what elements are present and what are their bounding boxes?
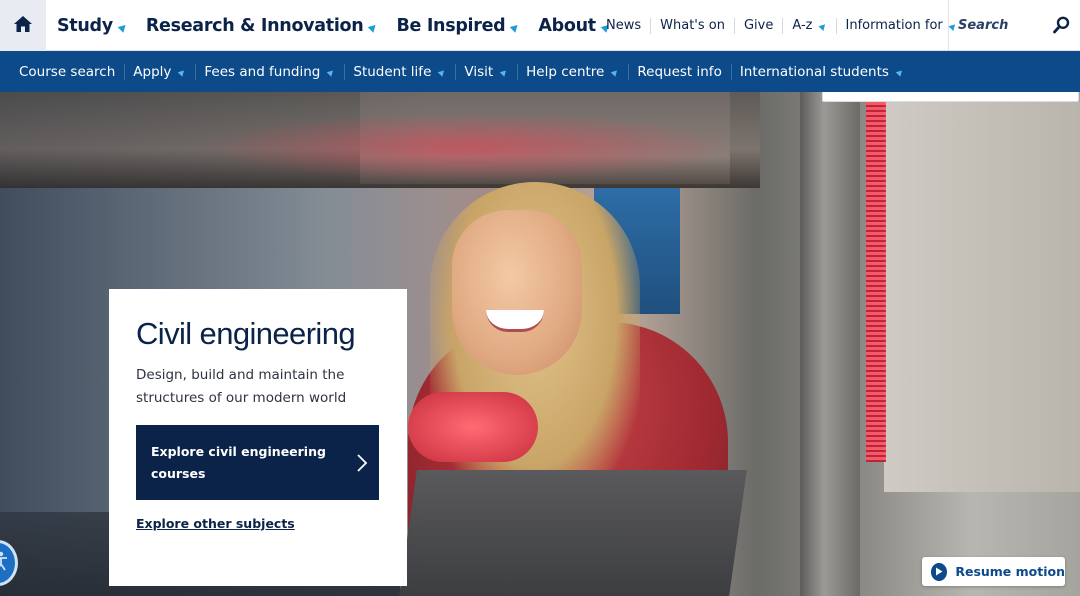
utility-nav-label: A-z <box>792 17 813 33</box>
dropdown-edge <box>822 92 1079 102</box>
card-description: Design, build and maintain the structure… <box>136 367 347 406</box>
utility-nav-item-information-for[interactable]: Information for <box>835 17 966 34</box>
utility-nav: News What's on Give A-z Information for <box>606 0 966 51</box>
utility-nav-label: Information for <box>845 17 943 33</box>
utility-nav-label: Give <box>743 17 774 33</box>
feature-card: Civil engineering Design, build and main… <box>109 289 407 586</box>
subnav-label: Student life <box>353 63 432 80</box>
subnav-label: Request info <box>637 63 722 80</box>
primary-nav-item-study[interactable]: Study <box>57 15 129 36</box>
subnav-label: Course search <box>19 63 116 80</box>
search-icon[interactable] <box>1053 16 1070 38</box>
primary-nav-label: Study <box>57 15 113 36</box>
subnav-label: Help centre <box>526 63 605 80</box>
subnav-item-international-students[interactable]: International students <box>740 64 913 80</box>
triangle-icon <box>178 68 187 77</box>
resume-motion-label: Resume motion <box>955 564 1065 579</box>
search-input[interactable] <box>958 18 1050 33</box>
subnav-item-request-info[interactable]: Request info <box>637 63 732 80</box>
card-title: Civil engineering <box>136 316 356 351</box>
triangle-icon <box>510 22 521 33</box>
triangle-icon <box>817 21 828 32</box>
explore-courses-button[interactable]: Explore civil engineering courses <box>136 425 379 500</box>
triangle-icon <box>368 22 379 33</box>
explore-other-subjects-link[interactable]: Explore other subjects <box>136 516 295 531</box>
triangle-icon <box>438 68 447 77</box>
triangle-icon <box>117 22 129 33</box>
utility-nav-item-news[interactable]: News <box>606 18 650 34</box>
chevron-right-icon <box>356 453 368 477</box>
primary-nav-label: Research & Innovation <box>145 15 364 36</box>
home-button[interactable] <box>0 0 46 51</box>
secondary-nav: Course search Apply Fees and funding Stu… <box>0 51 1080 92</box>
subnav-label: Apply <box>133 63 172 80</box>
utility-nav-item-give[interactable]: Give <box>733 17 782 34</box>
subnav-item-course-search[interactable]: Course search <box>19 63 126 80</box>
subnav-item-help-centre[interactable]: Help centre <box>526 63 630 80</box>
primary-nav-item-research[interactable]: Research & Innovation <box>145 15 379 36</box>
resume-motion-button[interactable]: Resume motion <box>922 557 1065 586</box>
primary-nav: Study Research & Innovation Be Inspired … <box>57 0 629 51</box>
accessibility-icon <box>0 551 9 575</box>
subnav-item-student-life[interactable]: Student life <box>353 63 457 80</box>
triangle-icon <box>327 68 336 77</box>
primary-nav-label: Be Inspired <box>396 15 506 36</box>
utility-nav-item-a-z[interactable]: A-z <box>782 17 835 34</box>
play-icon <box>931 562 948 581</box>
home-icon <box>13 15 33 37</box>
triangle-icon <box>611 68 620 77</box>
subnav-label: Fees and funding <box>204 63 321 80</box>
search-box <box>948 0 1080 51</box>
utility-nav-label: News <box>606 17 642 33</box>
triangle-icon <box>499 68 509 77</box>
primary-nav-item-be-inspired[interactable]: Be Inspired <box>396 15 521 36</box>
subnav-item-fees-and-funding[interactable]: Fees and funding <box>204 63 346 80</box>
subnav-item-visit[interactable]: Visit <box>464 63 519 80</box>
subnav-item-apply[interactable]: Apply <box>133 63 197 80</box>
utility-nav-label: What's on <box>660 17 725 33</box>
utility-nav-item-whats-on[interactable]: What's on <box>650 17 734 34</box>
subnav-label: Visit <box>464 63 494 80</box>
top-bar: Study Research & Innovation Be Inspired … <box>0 0 1080 51</box>
triangle-icon <box>895 68 905 77</box>
cta-label: Explore civil engineering courses <box>151 443 326 481</box>
subnav-label: International students <box>739 63 889 80</box>
primary-nav-label: About <box>538 15 596 36</box>
primary-nav-item-about[interactable]: About <box>538 15 612 36</box>
